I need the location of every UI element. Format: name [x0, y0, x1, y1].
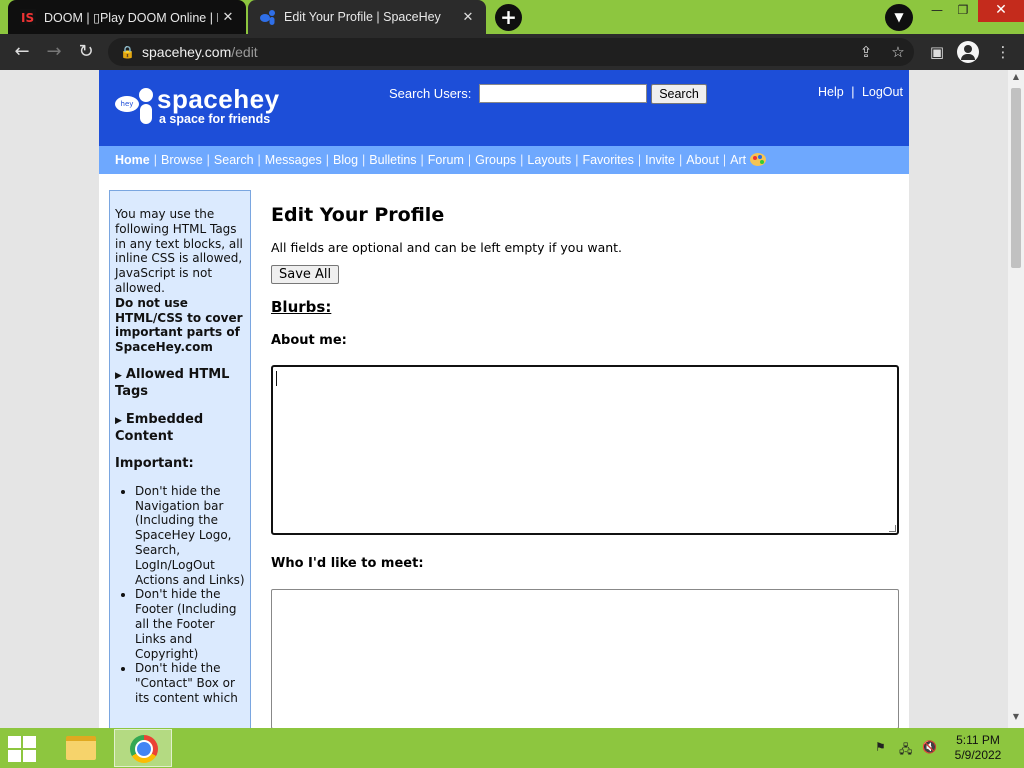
nav-home[interactable]: Home	[115, 153, 150, 167]
windows-taskbar: ⚑ 🖧 🔇 5:11 PM 5/9/2022	[0, 728, 1024, 768]
scroll-up-icon[interactable]: ▲	[1008, 72, 1024, 86]
chrome-icon	[130, 735, 158, 763]
new-tab-button[interactable]: +	[495, 4, 522, 31]
sidebar-intro: You may use the following HTML Tags in a…	[115, 207, 243, 295]
link-separator: |	[851, 85, 855, 99]
who-to-meet-textarea[interactable]	[271, 589, 899, 728]
nav-favorites[interactable]: Favorites	[582, 153, 633, 167]
system-clock[interactable]: 5:11 PM 5/9/2022	[948, 733, 1008, 763]
page-title: Edit Your Profile	[271, 204, 445, 226]
spacehey-favicon-icon	[260, 10, 275, 25]
bookmark-star-icon[interactable]: ☆	[887, 41, 909, 63]
list-item: Don't hide the Navigation bar (Including…	[135, 484, 245, 588]
tab-search-chevron-icon[interactable]: ▼	[885, 4, 913, 31]
resize-grip-icon[interactable]	[889, 525, 896, 532]
window-close-icon[interactable]: ✕	[978, 0, 1024, 22]
tab-strip: IS DOOM | ▯Play DOOM Online | D… ✕ Edit …	[0, 0, 1024, 34]
address-bar[interactable]: 🔒 spacehey.com/edit	[108, 38, 914, 66]
nav-art[interactable]: Art	[730, 153, 746, 167]
nav-about[interactable]: About	[686, 153, 719, 167]
nav-search[interactable]: Search	[214, 153, 254, 167]
action-center-flag-icon[interactable]: ⚑	[875, 740, 886, 754]
save-all-button[interactable]: Save All	[271, 265, 340, 284]
tab-title: Edit Your Profile | SpaceHey	[284, 10, 441, 24]
allowed-html-tags-toggle[interactable]: ▶ Allowed HTML Tags	[115, 367, 245, 400]
nav-blog[interactable]: Blog	[333, 153, 358, 167]
rules-list: Don't hide the Navigation bar (Including…	[115, 484, 245, 706]
sidebar-warning: Do not use HTML/CSS to cover important p…	[115, 295, 243, 355]
nav-bulletins[interactable]: Bulletins	[369, 153, 416, 167]
windows-start-icon[interactable]	[8, 736, 38, 762]
site-header: hey spacehey a space for friends Search …	[99, 70, 909, 146]
about-me-label: About me:	[271, 333, 347, 348]
nav-messages[interactable]: Messages	[265, 153, 322, 167]
doom-favicon-icon: IS	[20, 9, 36, 25]
taskbar-chrome[interactable]	[114, 729, 172, 767]
close-icon[interactable]: ✕	[458, 9, 478, 25]
important-heading: Important:	[115, 455, 194, 471]
embedded-content-toggle[interactable]: ▶ Embedded Content	[115, 412, 245, 445]
help-link[interactable]: Help	[818, 85, 844, 99]
forward-arrow-icon[interactable]: →	[42, 40, 66, 64]
nav-forum[interactable]: Forum	[428, 153, 464, 167]
search-users-input[interactable]	[479, 84, 647, 103]
logo-badge: hey	[115, 96, 139, 112]
brand-tagline: a space for friends	[159, 112, 271, 126]
kebab-menu-icon[interactable]: ⋮	[992, 41, 1014, 63]
blurbs-heading: Blurbs:	[271, 298, 332, 316]
spacehey-page: hey spacehey a space for friends Search …	[99, 70, 909, 728]
clock-date: 5/9/2022	[954, 748, 1002, 762]
search-users-label: Search Users:	[389, 86, 472, 101]
svg-text:IS: IS	[21, 11, 34, 25]
profile-avatar-icon[interactable]	[957, 41, 979, 63]
lock-icon: 🔒	[120, 45, 135, 59]
disclosure-triangle-icon: ▶	[115, 415, 122, 426]
scrollbar-thumb[interactable]	[1011, 88, 1021, 268]
list-item: Don't hide the Footer (Including all the…	[135, 587, 245, 661]
edit-profile-main: Edit Your Profile All fields are optiona…	[271, 204, 899, 728]
tab-spacehey[interactable]: Edit Your Profile | SpaceHey ✕	[248, 0, 486, 34]
embedded-content-label: Embedded Content	[115, 411, 204, 444]
tab-doom[interactable]: IS DOOM | ▯Play DOOM Online | D… ✕	[8, 0, 246, 34]
side-panel-icon[interactable]: ▣	[926, 41, 948, 63]
intro-text: All fields are optional and can be left …	[271, 240, 623, 255]
network-icon[interactable]: 🖧	[899, 740, 912, 761]
volume-muted-icon[interactable]: 🔇	[922, 740, 937, 754]
logout-link[interactable]: LogOut	[862, 85, 903, 99]
scroll-down-icon[interactable]: ▼	[1008, 712, 1024, 726]
browser-toolbar: ← → ↻ 🔒 spacehey.com/edit ⇪ ☆ ▣ ⋮	[0, 34, 1024, 70]
who-to-meet-label: Who I'd like to meet:	[271, 556, 424, 571]
account-links: Help | LogOut	[818, 85, 903, 99]
html-help-sidebar: You may use the following HTML Tags in a…	[109, 190, 251, 728]
back-arrow-icon[interactable]: ←	[10, 40, 34, 64]
allowed-html-tags-label: Allowed HTML Tags	[115, 366, 230, 399]
site-nav: Home | Browse | Search | Messages | Blog | Bulleti…	[99, 146, 909, 174]
tab-title: DOOM | ▯Play DOOM Online | D…	[44, 10, 218, 25]
url-host: spacehey.com	[142, 44, 232, 60]
page-scrollbar[interactable]: ▲ ▼	[1008, 70, 1024, 728]
spacehey-logo-icon[interactable]: hey	[115, 88, 155, 124]
brand-name[interactable]: spacehey	[157, 84, 280, 115]
nav-invite[interactable]: Invite	[645, 153, 675, 167]
nav-layouts[interactable]: Layouts	[527, 153, 571, 167]
minimize-icon[interactable]: —	[922, 0, 952, 22]
search-button[interactable]: Search	[651, 84, 707, 104]
file-explorer-icon[interactable]	[66, 736, 96, 760]
palette-icon	[750, 153, 767, 166]
nav-browse[interactable]: Browse	[161, 153, 203, 167]
nav-groups[interactable]: Groups	[475, 153, 516, 167]
share-icon[interactable]: ⇪	[855, 41, 877, 63]
disclosure-triangle-icon: ▶	[115, 370, 122, 381]
close-icon[interactable]: ✕	[218, 9, 238, 25]
url-path: /edit	[231, 44, 258, 60]
about-me-textarea[interactable]	[271, 365, 899, 535]
list-item: Don't hide the "Contact" Box or its cont…	[135, 661, 245, 705]
text-caret	[276, 371, 277, 386]
page-viewport: hey spacehey a space for friends Search …	[0, 70, 1008, 728]
restore-icon[interactable]: ❐	[952, 0, 974, 22]
reload-icon[interactable]: ↻	[74, 40, 98, 64]
clock-time: 5:11 PM	[956, 733, 1000, 747]
